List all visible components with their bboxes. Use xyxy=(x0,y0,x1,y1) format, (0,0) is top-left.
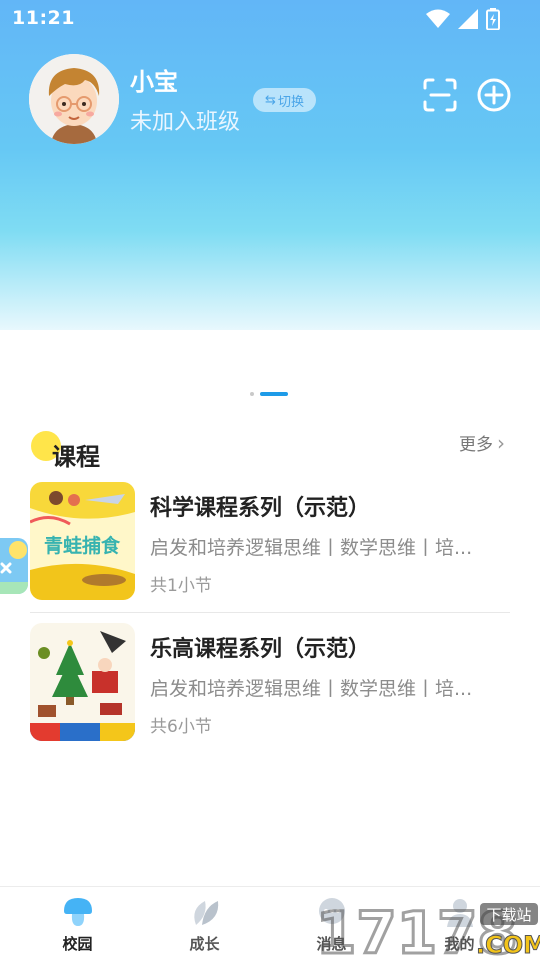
frog-lesson-illustration: 青蛙捕食 xyxy=(30,482,135,600)
wifi-icon xyxy=(426,9,450,28)
scan-button[interactable] xyxy=(422,77,458,113)
course-thumbnail: 青蛙捕食 xyxy=(30,482,135,600)
plus-circle-icon xyxy=(477,78,511,112)
course-item[interactable]: 青蛙捕食 科学课程系列（示范） 启发和培养逻辑思维丨数学思维丨培... 共1小节 xyxy=(30,480,510,620)
course-thumbnail xyxy=(30,623,135,741)
divider xyxy=(30,612,510,613)
chevron-right-icon: › xyxy=(497,430,505,455)
switch-label: 切换 xyxy=(277,94,304,110)
avatar[interactable] xyxy=(29,54,119,144)
course-lesson-count: 共6小节 xyxy=(150,717,212,737)
watermark-suffix: .COM xyxy=(476,931,540,959)
signal-icon xyxy=(458,9,478,29)
more-label: 更多 xyxy=(459,435,493,455)
course-item[interactable]: 乐高课程系列（示范） 启发和培养逻辑思维丨数学思维丨培... 共6小节 xyxy=(30,621,510,761)
watermark-tag: 下载站 xyxy=(486,906,531,924)
close-icon xyxy=(0,541,28,594)
tab-label: 校园 xyxy=(62,935,93,953)
course-description: 启发和培养逻辑思维丨数学思维丨培... xyxy=(150,678,473,700)
status-bar: 11:21 xyxy=(0,0,540,38)
carousel-dot[interactable] xyxy=(250,392,254,396)
status-time: 11:21 xyxy=(12,7,75,29)
battery-icon xyxy=(486,8,500,30)
tab-growth[interactable]: 成长 xyxy=(137,887,272,960)
course-title: 乐高课程系列（示范） xyxy=(150,637,371,662)
course-title: 科学课程系列（示范） xyxy=(150,496,371,521)
course-lesson-count: 共1小节 xyxy=(150,576,212,596)
watermark-logo: 17178 下载站 .COM xyxy=(315,898,540,960)
switch-icon: ⇆ xyxy=(265,92,276,108)
tab-label: 成长 xyxy=(189,935,220,953)
lego-lesson-illustration xyxy=(30,623,135,741)
leaf-icon xyxy=(193,901,218,925)
scan-icon xyxy=(423,78,457,112)
user-name: 小宝 xyxy=(130,68,178,96)
thumb-caption: 青蛙捕食 xyxy=(44,534,121,557)
status-icons xyxy=(426,8,500,30)
switch-button[interactable]: ⇆ 切换 xyxy=(253,88,316,112)
boy-avatar-icon xyxy=(29,54,119,144)
course-description: 启发和培养逻辑思维丨数学思维丨培... xyxy=(150,537,473,559)
class-status: 未加入班级 xyxy=(130,110,241,135)
tab-campus[interactable]: 校园 xyxy=(10,887,145,960)
floating-side-button[interactable] xyxy=(0,538,28,594)
carousel-indicator xyxy=(0,392,540,396)
add-button[interactable] xyxy=(476,77,512,113)
section-title: 课程 xyxy=(52,443,100,471)
carousel-dot-active[interactable] xyxy=(260,392,288,396)
mushroom-icon xyxy=(63,898,92,926)
header-banner xyxy=(0,0,540,330)
more-link[interactable]: 更多 › xyxy=(459,430,505,456)
